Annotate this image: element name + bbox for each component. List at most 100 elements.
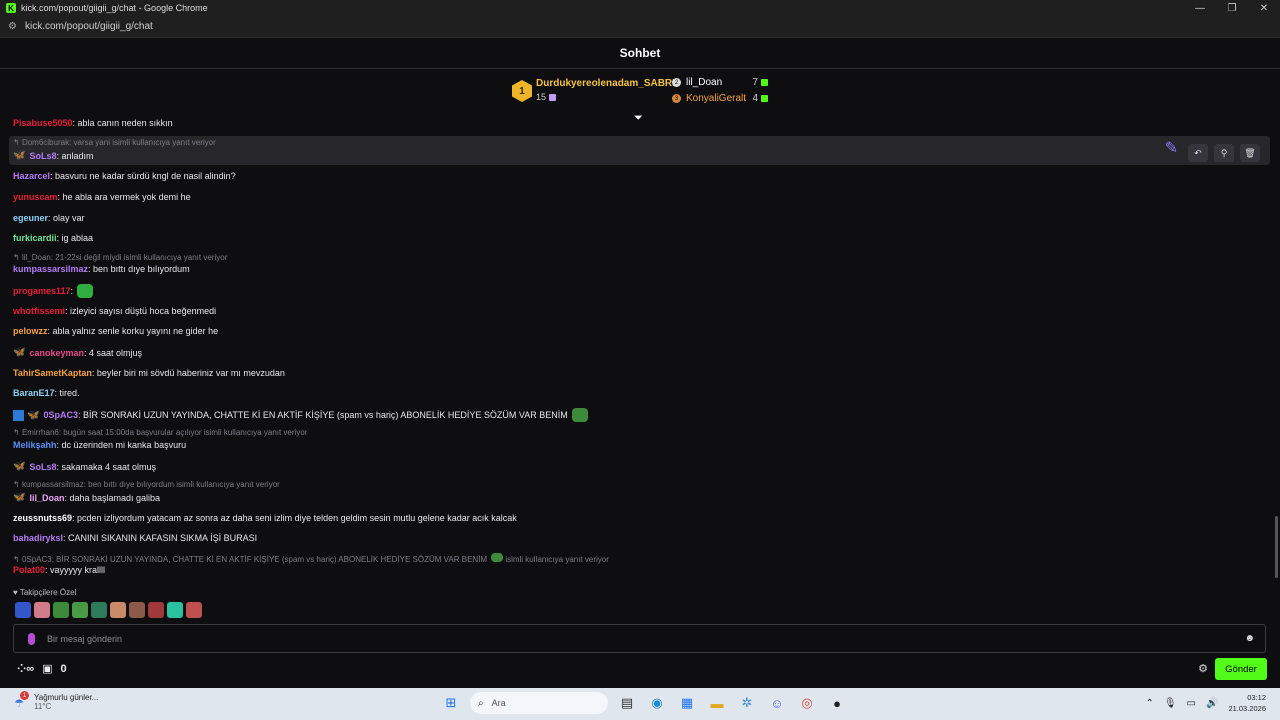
edge-browser-icon[interactable]: ◉ (646, 692, 668, 714)
chat-message[interactable]: TahirSametKaptan: beyler biri mi sövdü h… (13, 368, 285, 378)
steam-icon[interactable]: ● (826, 692, 848, 714)
pepe-emote-icon (491, 553, 504, 562)
chat-message[interactable]: Polat00: vayyyyy krallll (13, 565, 105, 575)
message-text: : basvuru ne kadar sürdü kngl de nasil a… (50, 171, 236, 181)
network-icon[interactable]: ▭ (1187, 698, 1196, 709)
chat-message[interactable]: 🦋 SoLs8: anladım (13, 150, 94, 161)
message-username[interactable]: egeuner (13, 213, 48, 223)
subscription-gift-icon (761, 79, 768, 86)
emote-icon[interactable] (186, 602, 202, 618)
message-username[interactable]: SoLs8 (29, 151, 56, 161)
chat-message[interactable]: Hazarcel: basvuru ne kadar sürdü kngl de… (13, 171, 236, 181)
pin-icon[interactable]: ⚲ (1214, 144, 1234, 162)
reply-icon[interactable]: ↶ (1188, 144, 1208, 162)
address-bar[interactable]: ⚙ kick.com/popout/giigii_g/chat (0, 16, 1280, 38)
chat-message[interactable]: furkicardii: ig ablaa (13, 233, 93, 243)
taskbar-search[interactable]: ⌕ Ara (470, 692, 608, 714)
message-username[interactable]: Polat00 (13, 565, 45, 575)
chat-message[interactable]: Pisabuse5050: abla canın neden sıkkın (13, 118, 173, 128)
chevron-up-icon[interactable]: ⌃ (1145, 698, 1153, 709)
chat-message[interactable]: 🦋 0SpAC3: BİR SONRAKİ UZUN YAYINDA, CHAT… (13, 408, 588, 422)
message-username[interactable]: kumpassarsilmaz (13, 264, 88, 274)
emote-icon[interactable] (167, 602, 183, 618)
message-username[interactable]: Hazarcel (13, 171, 50, 181)
pepe-emote-icon[interactable] (91, 602, 107, 618)
url-text: kick.com/popout/giigii_g/chat (24, 21, 153, 32)
store-icon[interactable]: ▣ (42, 662, 52, 675)
emote-icon[interactable] (34, 602, 50, 618)
message-username[interactable]: canokeyman (29, 348, 84, 358)
leaderboard-first[interactable]: 1 Durdukyereolenadam_SABRI 15 (512, 78, 675, 102)
chat-message[interactable]: Melikşahh: dc üzerinden mi kanka başvuru (13, 440, 186, 450)
chat-message[interactable]: bahadiryksl: CANINI SIKANIN KAFASIN SIKM… (13, 533, 257, 543)
task-view-icon[interactable]: ▤ (616, 692, 638, 714)
restore-icon[interactable]: ❐ (1216, 0, 1248, 16)
emote-icon[interactable] (15, 602, 31, 618)
reply-context: ↰ kumpassarsilmaz: ben bıttı dıye bılıyo… (13, 480, 280, 489)
chat-message[interactable]: zeussnutss69: pcden izliyordum yatacam a… (13, 513, 517, 523)
emoji-picker-icon[interactable]: ☻ (1244, 633, 1255, 644)
message-username[interactable]: lil_Doan (29, 493, 64, 503)
leaderboard-third[interactable]: 3 KonyaliGeralt 4 (672, 93, 768, 104)
message-username[interactable]: progames117 (13, 286, 71, 296)
message-username[interactable]: yunuscam (13, 192, 58, 202)
settings-app-icon[interactable]: ✲ (736, 692, 758, 714)
subscription-gift-icon (761, 95, 768, 102)
minimize-icon[interactable]: — (1184, 0, 1216, 16)
clock[interactable]: 03:12 21.03.2026 (1228, 692, 1266, 714)
send-button[interactable]: Gönder (1215, 658, 1267, 680)
message-username[interactable]: pelowzz (13, 326, 48, 336)
chat-scrollbar[interactable] (1275, 516, 1278, 578)
leaderboard-second-name: lil_Doan (686, 77, 723, 88)
message-username[interactable]: furkicardii (13, 233, 57, 243)
butterfly-badge-icon: 🦋 (13, 150, 26, 161)
message-username[interactable]: whotfissemi (13, 306, 65, 316)
pepe-emote-icon[interactable] (53, 602, 69, 618)
chat-message[interactable]: pelowzz: abla yalnız senle korku yayını … (13, 326, 218, 336)
close-icon[interactable]: ✕ (1248, 0, 1280, 16)
emote-icon[interactable] (148, 602, 164, 618)
file-explorer-icon[interactable]: ▬ (706, 692, 728, 714)
gift-leaderboard: 1 Durdukyereolenadam_SABRI 15 2 lil_Doan… (0, 70, 1280, 112)
message-username[interactable]: BaranE17 (13, 388, 55, 398)
chat-message[interactable]: 🦋 canokeyman: 4 saat olmjuş (13, 347, 142, 358)
kick-logo-icon: K (6, 3, 16, 13)
message-username[interactable]: SoLs8 (29, 462, 56, 472)
message-username[interactable]: TahirSametKaptan (13, 368, 92, 378)
chat-message[interactable]: progames117: (13, 284, 94, 298)
chat-message[interactable]: kumpassarsilmaz: ben bıttı dıye bılıyord… (13, 264, 190, 274)
message-text: : CANINI SIKANIN KAFASIN SIKMA İŞİ BURAS… (63, 533, 258, 543)
delete-icon[interactable]: 🗑 (1240, 144, 1260, 162)
site-info-icon[interactable]: ⚙ (8, 21, 17, 32)
weather-widget[interactable]: ☂ 1 Yağmurlu günler... 11°C (14, 691, 98, 711)
message-input-box[interactable]: ☻ (13, 624, 1266, 653)
subscription-gift-icon (549, 93, 557, 101)
chat-message[interactable]: whotfissemi: izleyici sayısı düştü hoca … (13, 306, 216, 316)
volume-icon[interactable]: 🔊 (1206, 698, 1218, 709)
emote-icon[interactable] (129, 602, 145, 618)
message-username[interactable]: Pisabuse5050 (13, 118, 73, 128)
message-username[interactable]: 0SpAC3 (43, 410, 78, 420)
points-infinity-icon[interactable]: ⁘∞ (17, 662, 34, 675)
store-app-icon[interactable]: ▦ (676, 692, 698, 714)
leaderboard-second[interactable]: 2 lil_Doan 7 (672, 77, 768, 88)
chat-message[interactable]: 🦋 SoLs8: sakamaka 4 saat olmuş (13, 461, 156, 472)
chat-message[interactable]: egeuner: olay var (13, 213, 85, 223)
microphone-icon[interactable] (28, 632, 35, 645)
chat-message[interactable]: BaranE17: tired. (13, 388, 80, 398)
emote-icon[interactable] (110, 602, 126, 618)
chat-message[interactable]: yunuscam: he abla ara vermek yok demi he (13, 192, 191, 202)
window-titlebar: K kick.com/popout/giigii_g/chat - Google… (0, 0, 1280, 16)
pepe-emote-icon[interactable] (72, 602, 88, 618)
message-text: : olay var (48, 213, 85, 223)
settings-gear-icon[interactable]: ⚙ (1198, 662, 1208, 675)
message-username[interactable]: Melikşahh (13, 440, 57, 450)
discord-icon[interactable]: ☺ (766, 692, 788, 714)
message-username[interactable]: bahadiryksl (13, 533, 63, 543)
chat-message[interactable]: 🦋 lil_Doan: daha başlamadı galiba (13, 492, 160, 503)
message-username[interactable]: zeussnutss69 (13, 513, 72, 523)
windows-start-icon[interactable]: ⊞ (440, 692, 462, 714)
microphone-tray-icon[interactable]: 🎙 (1164, 698, 1177, 709)
chrome-icon[interactable]: ◎ (796, 692, 818, 714)
message-input[interactable] (47, 633, 1245, 644)
